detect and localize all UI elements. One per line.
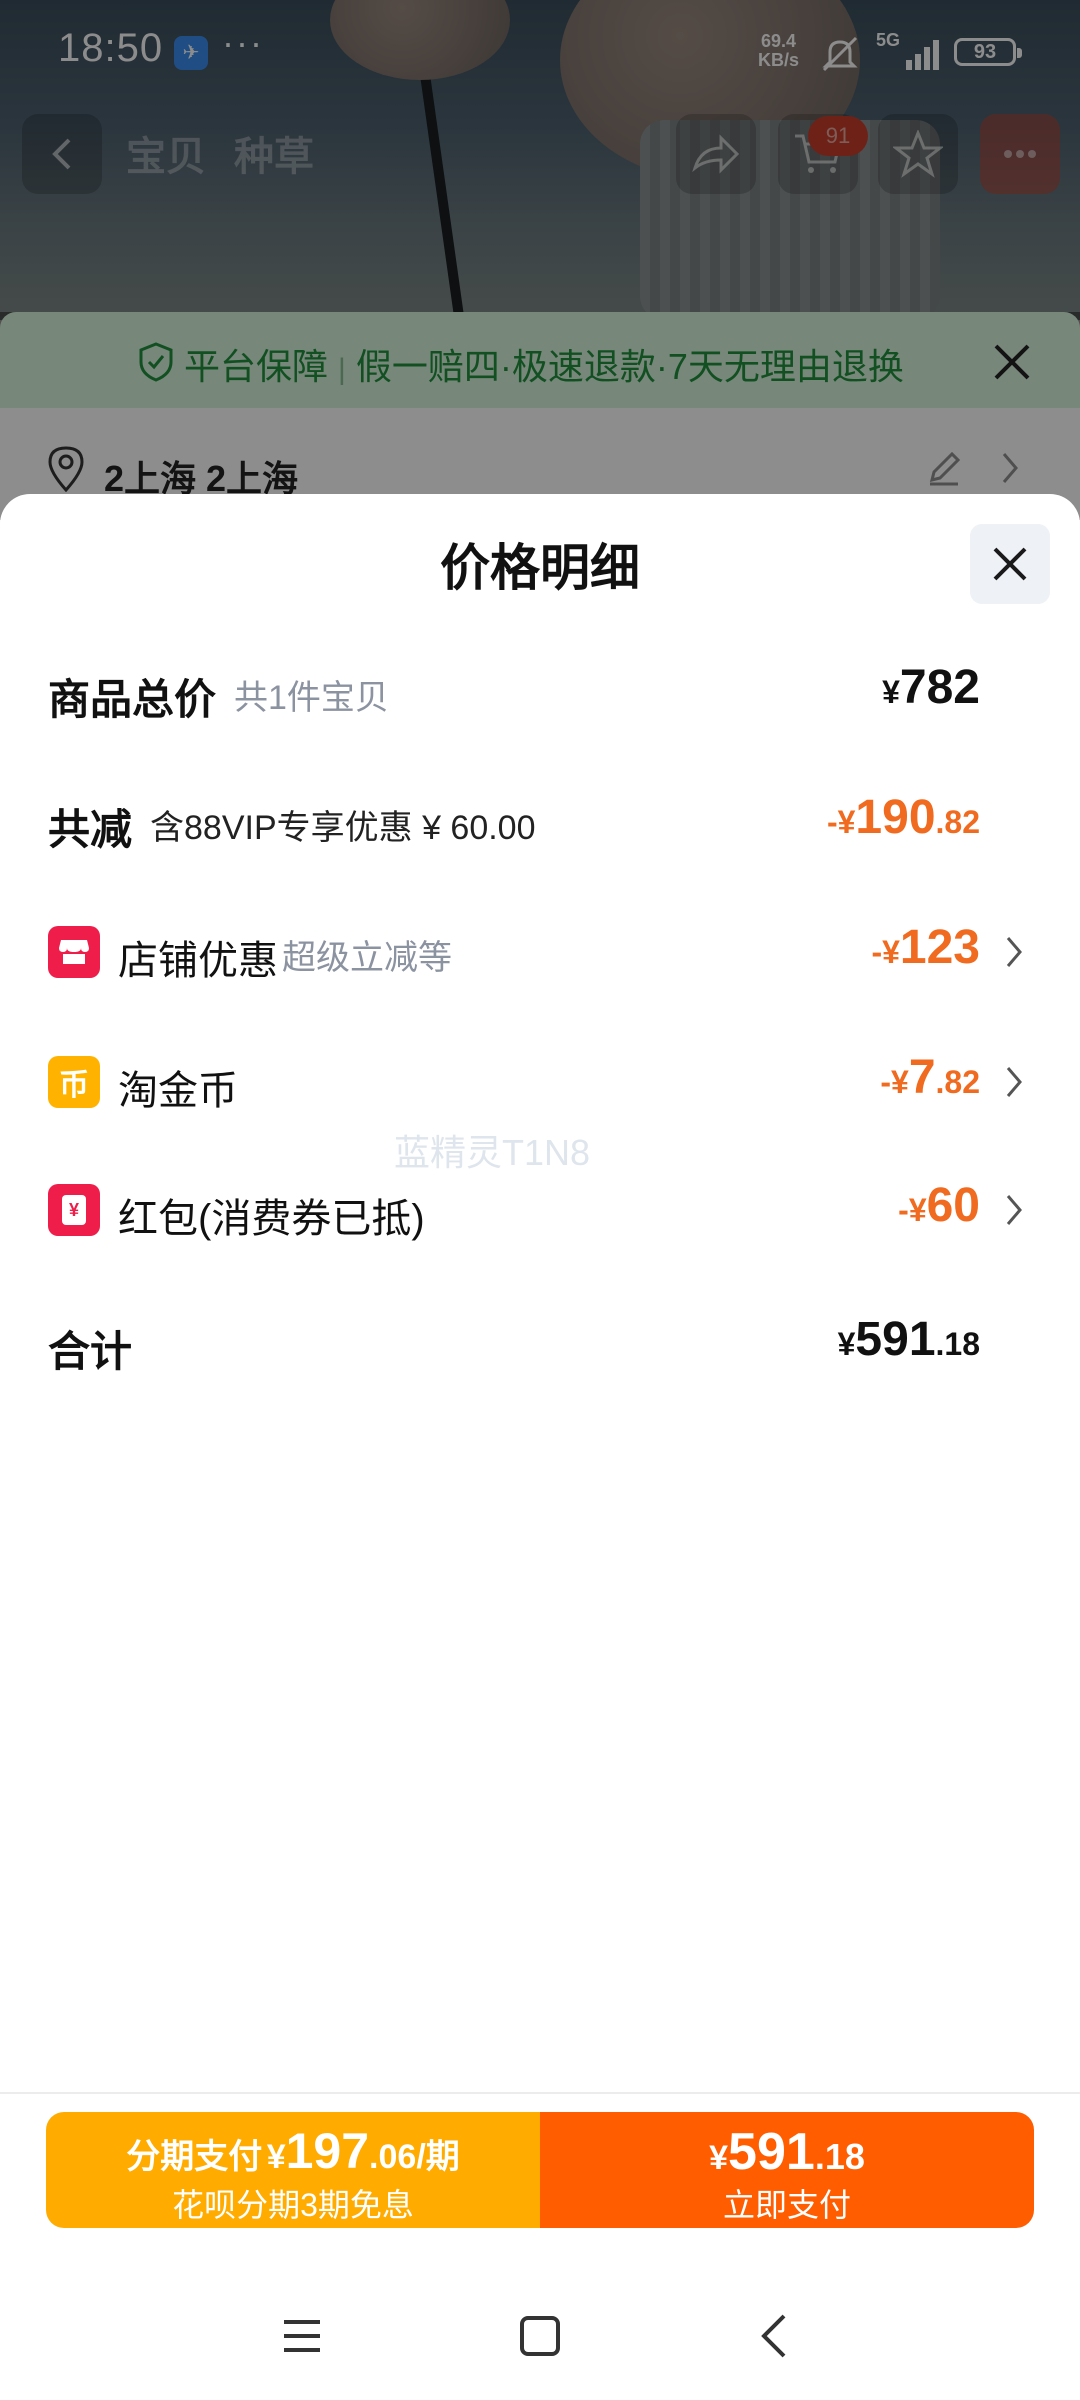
total-price-label: 商品总价 bbox=[48, 676, 217, 723]
dim-overlay bbox=[0, 312, 1080, 520]
row-sum: 合计 ¥591.18 bbox=[0, 1294, 1080, 1394]
row-total-price: 商品总价 共1件宝贝 ¥782 bbox=[0, 642, 1080, 742]
chevron-right-icon bbox=[1006, 937, 1022, 967]
divider bbox=[0, 2092, 1080, 2094]
pay-now-label: 立即支付 bbox=[722, 2187, 851, 2223]
row-red-packet[interactable]: ¥ 红包(消费券已抵) -¥60 bbox=[0, 1162, 1080, 1262]
back-icon[interactable] bbox=[746, 2306, 806, 2366]
row-shop-discount[interactable]: 店铺优惠 超级立减等 -¥123 bbox=[0, 902, 1080, 1002]
chevron-right-icon bbox=[1006, 1195, 1022, 1225]
vip-discount-note: 含88VIP专享优惠 ¥ 60.00 bbox=[150, 809, 536, 847]
shop-icon bbox=[48, 926, 100, 978]
red-packet-amount: -¥60 bbox=[898, 1179, 980, 1232]
total-price-amount: ¥782 bbox=[882, 661, 980, 714]
taojinbi-amount: -¥7.82 bbox=[880, 1051, 980, 1104]
pay-amount: ¥591.18 bbox=[709, 2123, 865, 2181]
installment-pay-button[interactable]: 分期支付 ¥197.06/期 花呗分期3期免息 bbox=[46, 2112, 540, 2228]
installment-sub: 花呗分期3期免息 bbox=[172, 2187, 414, 2223]
shop-discount-amount: -¥123 bbox=[871, 921, 980, 974]
chevron-right-icon bbox=[1006, 1067, 1022, 1097]
row-taojinbi[interactable]: 币 淘金币 -¥7.82 bbox=[0, 1032, 1080, 1132]
watermark: 蓝精灵T1N8 bbox=[394, 1132, 591, 1173]
discount-label: 共减 bbox=[48, 806, 133, 853]
installment-line: 分期支付 ¥197.06/期 bbox=[126, 2123, 460, 2179]
pay-now-button[interactable]: ¥591.18 立即支付 bbox=[540, 2112, 1034, 2228]
sum-amount: ¥591.18 bbox=[837, 1313, 980, 1366]
payment-action-bar: 分期支付 ¥197.06/期 花呗分期3期免息 ¥591.18 立即支付 bbox=[46, 2112, 1034, 2228]
red-packet-label: 红包(消费券已抵) bbox=[118, 1197, 425, 1241]
menu-icon[interactable] bbox=[272, 2306, 332, 2366]
item-count: 共1件宝贝 bbox=[234, 679, 389, 717]
red-packet-icon: ¥ bbox=[48, 1184, 100, 1236]
row-discount: 共减 含88VIP专享优惠 ¥ 60.00 -¥190.82 bbox=[0, 772, 1080, 872]
sum-label: 合计 bbox=[48, 1328, 133, 1375]
discount-amount: -¥190.82 bbox=[826, 791, 980, 844]
sheet-close-button[interactable] bbox=[970, 524, 1050, 604]
taojinbi-label: 淘金币 bbox=[118, 1069, 238, 1113]
shop-discount-label: 店铺优惠 bbox=[118, 939, 278, 983]
sheet-title: 价格明细 bbox=[440, 540, 640, 596]
home-icon[interactable] bbox=[510, 2306, 570, 2366]
close-icon bbox=[993, 547, 1027, 581]
shop-discount-sub: 超级立减等 bbox=[282, 939, 452, 977]
system-nav-bar bbox=[0, 2290, 1080, 2380]
coin-icon: 币 bbox=[48, 1056, 100, 1108]
